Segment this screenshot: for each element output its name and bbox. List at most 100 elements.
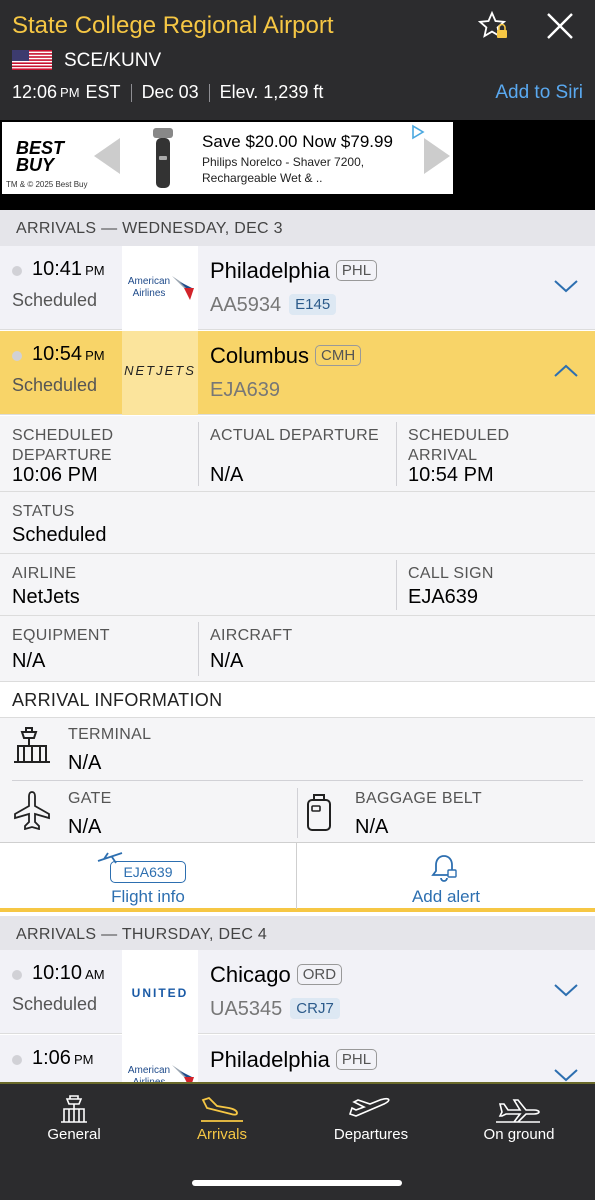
add-alert-button[interactable]: Add alert <box>297 843 595 909</box>
status-dot <box>12 970 22 980</box>
plane-landing-icon <box>201 1096 243 1122</box>
baggage-icon <box>307 794 331 831</box>
aa-eagle-icon <box>172 276 194 300</box>
netjets-logo-text: NETJETS <box>124 363 196 378</box>
chevron-up-icon[interactable] <box>552 361 580 381</box>
bestbuy-logo: BEST BUY <box>16 138 65 175</box>
tab-general[interactable]: General <box>0 1084 148 1154</box>
gate-label: GATE <box>68 790 112 807</box>
aircraft-value: N/A <box>210 650 244 672</box>
call-sign-value: EJA639 <box>408 586 479 608</box>
flight-origin: Philadelphia PHL <box>210 258 378 284</box>
flight-row[interactable]: 10:41 PM Scheduled American Airlines Phil… <box>0 246 595 330</box>
iata-badge: ORD <box>296 964 343 985</box>
flight-time: 10:54 PM <box>32 343 105 365</box>
ad-banner-area: BEST BUY TM & © 2025 Best Buy Save $20.0… <box>0 120 595 210</box>
cell-divider <box>297 788 298 838</box>
actual-departure-cell: ACTUAL DEPARTURE N/A <box>198 416 396 492</box>
flight-row-selected[interactable]: 10:54 PM Scheduled NETJETS Columbus CMH EJ… <box>0 331 595 415</box>
airport-header: State College Regional Airport SCE/KUNV … <box>0 0 595 120</box>
tab-on-ground[interactable]: On ground <box>445 1084 593 1154</box>
chevron-down-icon[interactable] <box>552 980 580 1000</box>
ad-legal-text: TM & © 2025 Best Buy <box>6 180 88 189</box>
equipment-label: EQUIPMENT <box>12 627 110 644</box>
airline-logo: American Airlines <box>122 246 198 330</box>
call-sign-label: CALL SIGN <box>408 565 494 582</box>
iata-badge: PHL <box>335 1049 378 1070</box>
elevation: Elev. 1,239 ft <box>219 82 324 102</box>
favorite-star-lock-icon[interactable] <box>478 10 510 42</box>
home-indicator <box>192 1180 402 1186</box>
ad-headline: Save $20.00 Now $79.99 <box>202 132 393 151</box>
flight-time: 10:10 AM <box>32 962 105 984</box>
tab-label: Departures <box>333 1126 409 1143</box>
flight-info-label: Flight info <box>111 887 185 906</box>
chevron-down-icon[interactable] <box>552 1065 580 1082</box>
cell-divider <box>198 422 199 486</box>
flight-status: Scheduled <box>12 290 98 310</box>
bell-lock-icon <box>431 855 457 882</box>
airline-logo: American Airlines <box>122 1035 198 1082</box>
status-dot <box>12 1055 22 1065</box>
local-time-ampm: PM <box>60 85 80 100</box>
arrivals-list[interactable]: ARRIVALS — WEDNESDAY, DEC 3 10:41 PM Sche… <box>0 210 595 1082</box>
arrival-info-panel: TERMINAL N/A GATE N/A BAGGAGE BELT N/A <box>0 718 595 842</box>
add-to-siri-link[interactable]: Add to Siri <box>495 82 583 104</box>
ad-prev-arrow-icon[interactable] <box>94 138 120 174</box>
equipment-value: N/A <box>12 650 46 672</box>
aircraft-cell: AIRCRAFT N/A <box>198 616 595 682</box>
cell-divider <box>396 422 397 486</box>
terminal-value: N/A <box>68 752 102 774</box>
flight-row[interactable]: 10:10 AM Scheduled UNITED Chicago ORD UA53… <box>0 950 595 1034</box>
united-logo-text: UNITED <box>131 986 189 1000</box>
flight-status: Scheduled <box>12 994 98 1014</box>
section-heading: ARRIVALS — WEDNESDAY, DEC 3 <box>0 210 595 246</box>
equipment-badge: E145 <box>289 294 337 315</box>
us-flag-icon <box>12 50 52 70</box>
tab-label: General <box>47 1126 101 1143</box>
scheduled-departure-value: 10:06 PM <box>12 464 98 486</box>
status-dot <box>12 266 22 276</box>
terminal-building-icon <box>14 727 50 763</box>
scheduled-departure-cell: SCHEDULED DEPARTURE 10:06 PM <box>0 416 198 492</box>
flight-actions: EJA639 Flight info Add alert <box>0 842 595 912</box>
actual-departure-label: ACTUAL DEPARTURE <box>210 427 379 444</box>
tab-departures[interactable]: Departures <box>297 1084 445 1154</box>
ad-next-arrow-icon[interactable] <box>424 138 450 174</box>
flight-time: 10:41 PM <box>32 258 105 280</box>
tab-arrivals[interactable]: Arrivals <box>148 1084 296 1154</box>
status-cell: STATUS Scheduled <box>0 492 595 554</box>
tab-label: On ground <box>483 1126 555 1143</box>
control-tower-icon <box>61 1095 87 1123</box>
airline-value: NetJets <box>12 586 80 608</box>
scheduled-arrival-value: 10:54 PM <box>408 464 494 486</box>
ad-banner[interactable]: BEST BUY TM & © 2025 Best Buy Save $20.0… <box>2 122 453 194</box>
cell-divider <box>198 622 199 676</box>
flight-status: Scheduled <box>12 375 98 395</box>
ad-description: Philips Norelco - Shaver 7200, Rechargea… <box>202 154 364 186</box>
local-time: 12:06 <box>12 82 58 102</box>
plane-ground-icon <box>496 1099 540 1123</box>
flight-time: 1:06 PM <box>32 1047 94 1069</box>
page-title: State College Regional Airport <box>12 12 334 39</box>
plane-takeoff-icon <box>348 1097 390 1117</box>
scheduled-arrival-cell: SCHEDULED ARRIVAL 10:54 PM <box>396 416 595 492</box>
airline-cell: AIRLINE NetJets <box>0 554 396 616</box>
close-icon[interactable] <box>544 10 576 42</box>
ad-line-1: Philips Norelco - Shaver 7200, <box>202 155 365 169</box>
scheduled-departure-label: SCHEDULED DEPARTURE <box>12 427 114 464</box>
baggage-belt-value: N/A <box>355 816 389 838</box>
flight-row[interactable]: 1:06PM American Airlines PhiladelphiaPHL <box>0 1035 595 1082</box>
gate-plane-icon <box>14 791 50 830</box>
local-date: Dec 03 <box>141 82 199 102</box>
call-sign-cell: CALL SIGN EJA639 <box>396 554 595 616</box>
meta-divider <box>208 83 210 102</box>
chevron-down-icon[interactable] <box>552 276 580 296</box>
arrival-info-heading: ARRIVAL INFORMATION <box>0 682 595 718</box>
actual-departure-value: N/A <box>210 464 244 486</box>
section-heading: ARRIVALS — THURSDAY, DEC 4 <box>0 916 595 952</box>
meta-divider <box>130 83 132 102</box>
flight-number: UA5345 CRJ7 <box>210 998 340 1021</box>
shaver-product-icon <box>153 128 173 188</box>
flight-info-button[interactable]: EJA639 Flight info <box>0 843 296 909</box>
